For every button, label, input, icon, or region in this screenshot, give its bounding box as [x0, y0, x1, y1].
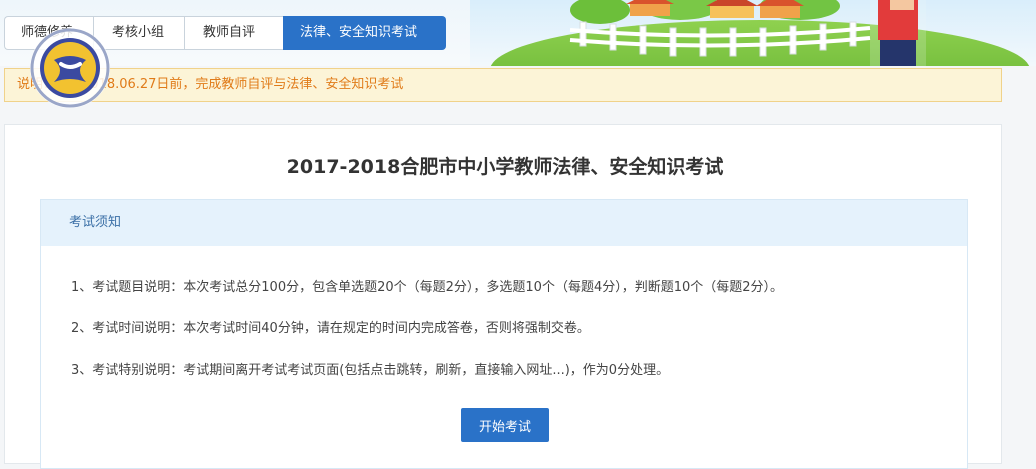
- start-exam-button[interactable]: 开始考试: [461, 408, 549, 442]
- tab-law-safety-exam[interactable]: 法律、安全知识考试: [283, 16, 446, 50]
- exam-instructions-panel: 考试须知 1、考试题目说明：本次考试总分100分，包含单选题20个（每题2分），…: [40, 199, 968, 469]
- notice-banner: 说明：请在2018.06.27日前，完成教师自评与法律、安全知识考试: [4, 68, 1002, 102]
- rule-special-info: 3、考试特别说明：考试期间离开考试考试页面(包括点击跳转，刷新，直接输入网址..…: [71, 363, 670, 378]
- school-logo-icon: [28, 26, 112, 110]
- rule-time-info: 2、考试时间说明：本次考试时间40分钟，请在规定的时间内完成答卷，否则将强制交卷…: [71, 321, 590, 336]
- tab-self-evaluation[interactable]: 教师自评: [184, 16, 283, 50]
- panel-title: 考试须知: [41, 200, 967, 246]
- rule-question-info: 1、考试题目说明：本次考试总分100分，包含单选题20个（每题2分），多选题10…: [71, 280, 784, 295]
- exam-title: 2017-2018合肥市中小学教师法律、安全知识考试: [286, 156, 724, 178]
- banner-landscape-art: [470, 0, 1036, 66]
